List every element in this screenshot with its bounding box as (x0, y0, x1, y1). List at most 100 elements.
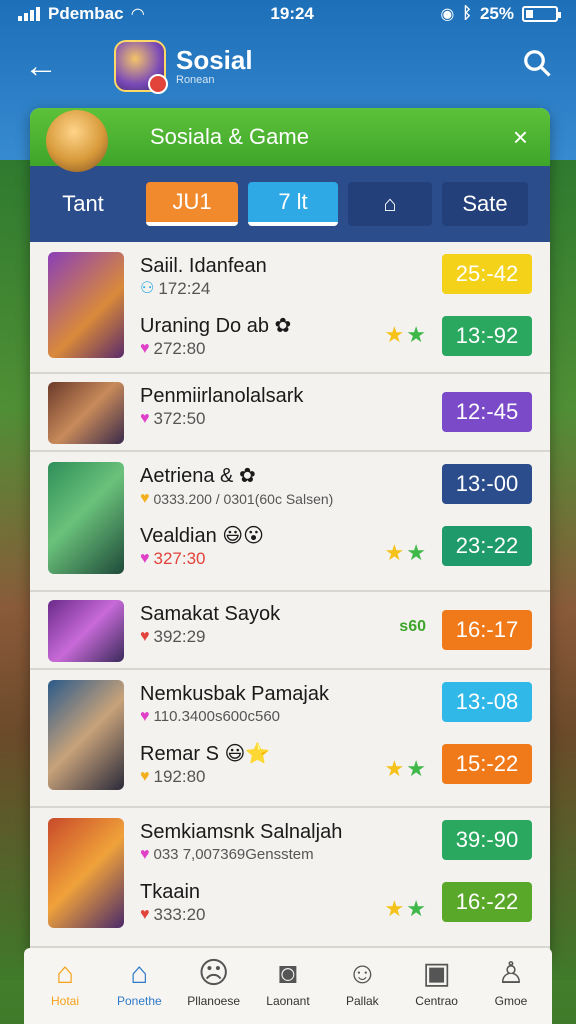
game-thumbnail (48, 382, 124, 444)
item-meta: 0333.200 / 0301(60c Salsen) (153, 491, 334, 507)
clock: 19:24 (270, 4, 314, 23)
time-badge[interactable]: 39:-90 (442, 820, 532, 860)
alarm-icon: ◉ (440, 6, 455, 23)
time-badge[interactable]: 13:-00 (442, 464, 532, 504)
item-sub-meta: 272:80 (153, 339, 206, 358)
notification-icon: ▣ (422, 957, 451, 990)
app-logo (114, 40, 168, 94)
bottom-navigation: ⌂ Hotai ⌂ Ponethe ☹ Pllanoese ◙ Laonant … (24, 948, 552, 1024)
rating-stars: ★ ★ (385, 322, 426, 348)
house-outline-icon: ⌂ (130, 957, 149, 990)
nav-label: Gmoe (494, 994, 528, 1008)
time-badge[interactable]: 16:-17 (442, 610, 532, 650)
tab-tant[interactable]: Tant (30, 182, 136, 226)
score-label: s60 (399, 618, 426, 635)
chat-icon: ◙ (278, 957, 298, 990)
nav-label: Ponethe (116, 994, 162, 1008)
page-title: Sosial (176, 45, 253, 75)
wifi-icon: ◠ (131, 6, 144, 23)
nav-label: Laonant (266, 994, 310, 1008)
tab-7lt[interactable]: 7 lt (248, 182, 338, 226)
item-sub-meta: 192:80 (153, 767, 206, 786)
tab-ju1[interactable]: JU1 (146, 182, 238, 226)
rating-stars: ★ ★ (385, 756, 426, 782)
item-sub-meta: 333:20 (153, 905, 206, 924)
list-item[interactable]: Aetriena & ✿ ♥ 0333.200 / 0301(60c Salsen… (30, 452, 550, 592)
arrow-left-icon: ← (24, 46, 58, 85)
nav-item-pllanoese[interactable]: ☹ Pllanoese (179, 954, 249, 1024)
time-badge[interactable]: 13:-92 (442, 316, 532, 356)
app-header: ← Sosial Ronean (0, 30, 576, 102)
game-thumbnail (48, 818, 124, 928)
tv-icon: ⌂ (383, 191, 397, 216)
user-group-icon: ⚇ (140, 280, 155, 297)
panel-title: Sosiala & Game (150, 124, 309, 149)
heart-icon: ♥ (140, 490, 150, 507)
status-bar: Pdembac ◠ 19:24 ◉ ᛒ 25% (0, 0, 576, 28)
nav-label: Pllanoese (187, 994, 241, 1008)
signal-icon (18, 7, 40, 21)
list-item[interactable]: Saiil. Idanfean ⚇ 172:24 Uraning Do ab ✿ … (30, 242, 550, 374)
list-item[interactable]: Semkiamsnk Salnaljah ♥ 033 7,007369Gensst… (30, 808, 550, 948)
nav-item-pallak[interactable]: ☺ Pallak (327, 954, 397, 1024)
list-item[interactable]: Penmiirlanolalsark ♥ 372:50 12:-45 (30, 374, 550, 452)
list-item[interactable]: Samakat Sayok ♥ 392:29 s60 16:-17 (30, 592, 550, 670)
heart-icon: ♥ (140, 550, 150, 567)
carrier-label: Pdembac (48, 4, 124, 23)
game-thumbnail (48, 252, 124, 358)
nav-label: Pallak (345, 994, 379, 1008)
battery-icon (522, 6, 561, 22)
nav-label: Centrao (415, 994, 458, 1008)
time-badge[interactable]: 13:-08 (442, 682, 532, 722)
item-meta: 392:29 (153, 627, 206, 646)
search-button[interactable] (522, 48, 552, 85)
back-button[interactable]: ← (24, 47, 74, 86)
battery-percent: 25% (479, 4, 514, 23)
star-icon: ★ (406, 756, 426, 781)
profile-icon: ♙ (497, 957, 525, 990)
time-badge[interactable]: 12:-45 (442, 392, 532, 432)
star-icon: ★ (406, 896, 426, 921)
heart-icon: ♥ (140, 340, 150, 357)
heart-icon: ♥ (140, 628, 150, 645)
star-icon: ★ (384, 540, 405, 565)
panel-header: Sosiala & Game × (30, 108, 550, 172)
nav-item-centrao[interactable]: ▣ Centrao (402, 954, 472, 1024)
time-badge[interactable]: 23:-22 (442, 526, 532, 566)
tab-sate[interactable]: Sate (442, 182, 528, 226)
nav-label: Hotai (50, 994, 79, 1008)
heart-icon: ♥ (140, 906, 150, 923)
rating-stars: ★ ★ (385, 896, 426, 922)
item-meta: 033 7,007369Gensstem (153, 846, 314, 863)
game-thumbnail (48, 680, 124, 790)
heart-icon: ♥ (140, 846, 150, 863)
nav-item-gmoe[interactable]: ♙ Gmoe (476, 954, 546, 1024)
nav-item-home[interactable]: ⌂ Hotai (30, 954, 100, 1024)
close-icon: × (512, 122, 528, 152)
bell-face-icon: ☺ (346, 957, 378, 990)
time-badge[interactable]: 16:-22 (442, 882, 532, 922)
tab-icon[interactable]: ⌂ (348, 182, 432, 226)
search-icon (524, 49, 551, 77)
panel-avatar (46, 110, 108, 172)
heart-icon: ♥ (140, 410, 150, 427)
rating-stars: ★ ★ (385, 540, 426, 566)
list-item[interactable]: Nemkusbak Pamajak ♥ 110.3400s600c560 Rema… (30, 670, 550, 808)
bluetooth-icon: ᛒ (462, 5, 472, 22)
game-thumbnail (48, 600, 124, 662)
nav-item-ponethe[interactable]: ⌂ Ponethe (104, 954, 174, 1024)
close-button[interactable]: × (513, 122, 528, 153)
home-icon: ⌂ (55, 957, 75, 990)
item-meta: 110.3400s600c560 (153, 708, 281, 725)
game-list: Saiil. Idanfean ⚇ 172:24 Uraning Do ab ✿ … (30, 242, 550, 948)
heart-icon: ♥ (140, 708, 150, 725)
games-panel: Sosiala & Game × Tant JU1 7 lt ⌂ Sate Sa… (30, 108, 550, 958)
item-sub-meta: 327:30 (153, 549, 206, 568)
time-badge[interactable]: 25:-42 (442, 254, 532, 294)
game-thumbnail (48, 462, 124, 574)
time-badge[interactable]: 15:-22 (442, 744, 532, 784)
star-icon: ★ (406, 540, 426, 565)
nav-item-laonant[interactable]: ◙ Laonant (253, 954, 323, 1024)
heart-icon: ♥ (140, 768, 150, 785)
page-subtitle: Ronean (176, 74, 215, 86)
